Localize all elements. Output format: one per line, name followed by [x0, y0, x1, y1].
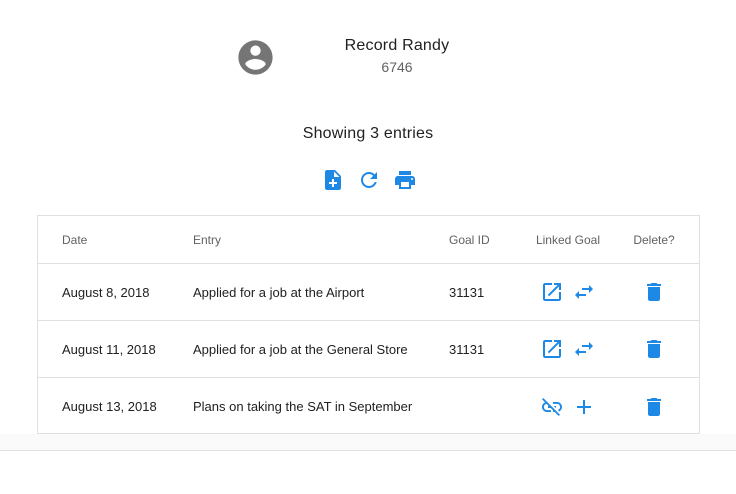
print-icon[interactable]	[393, 168, 417, 192]
column-header-date: Date	[62, 232, 88, 247]
entries-table: Date Entry Goal ID Linked Goal Delete? A…	[37, 215, 700, 434]
bottom-divider	[0, 434, 736, 451]
entry-text: Applied for a job at the General Store	[193, 341, 408, 357]
column-header-linked-goal: Linked Goal	[535, 232, 601, 247]
table-row: August 11, 2018 Applied for a job at the…	[38, 321, 699, 378]
linked-goal-actions	[528, 321, 608, 377]
entry-count-label: Showing 3 entries	[302, 125, 434, 142]
note-add-icon[interactable]	[321, 168, 345, 192]
delete-icon[interactable]	[642, 337, 666, 361]
entry-date: August 8, 2018	[62, 284, 150, 300]
delete-icon[interactable]	[642, 280, 666, 304]
column-header-goal-id: Goal ID	[449, 232, 490, 247]
entry-date: August 13, 2018	[62, 399, 157, 414]
entry-text: Plans on taking the SAT in September	[193, 399, 413, 414]
entry-goal-id: 31131	[449, 341, 485, 357]
delete-cell	[618, 264, 690, 320]
table-row: August 8, 2018 Applied for a job at the …	[38, 264, 699, 321]
delete-cell	[618, 378, 690, 435]
user-avatar-icon	[235, 37, 276, 78]
column-header-delete: Delete?	[633, 232, 675, 247]
open-in-new-icon[interactable]	[540, 337, 564, 361]
entry-text: Applied for a job at the Airport	[193, 284, 365, 300]
table-row: August 13, 2018 Plans on taking the SAT …	[38, 378, 699, 435]
delete-icon[interactable]	[642, 395, 666, 419]
linked-goal-actions	[528, 378, 608, 435]
delete-cell	[618, 321, 690, 377]
linked-goal-actions	[528, 264, 608, 320]
column-header-entry: Entry	[193, 232, 222, 247]
table-header: Date Entry Goal ID Linked Goal Delete?	[38, 216, 699, 264]
entry-date: August 11, 2018	[62, 341, 156, 357]
swap-horiz-icon[interactable]	[572, 280, 596, 304]
user-id: 6746	[381, 59, 413, 75]
open-in-new-icon[interactable]	[540, 280, 564, 304]
entry-goal-id: 31131	[449, 284, 485, 300]
user-name: Record Randy	[344, 37, 450, 54]
link-off-icon[interactable]	[540, 395, 564, 419]
refresh-icon[interactable]	[357, 168, 381, 192]
swap-horiz-icon[interactable]	[572, 337, 596, 361]
add-icon[interactable]	[572, 395, 596, 419]
